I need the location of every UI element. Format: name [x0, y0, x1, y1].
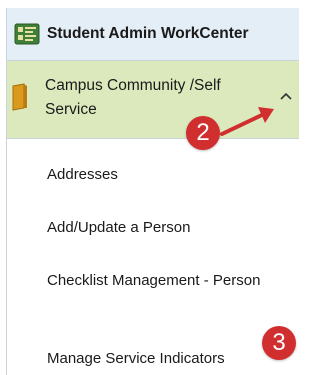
menu-item-add-update-person[interactable]: Add/Update a Person: [47, 217, 287, 239]
folder-icon: [12, 83, 27, 111]
menu-item-checklist-management[interactable]: Checklist Management - Person: [47, 270, 287, 292]
chevron-up-icon: [280, 92, 292, 100]
menu-item-addresses[interactable]: Addresses: [47, 164, 287, 186]
collapse-section-button[interactable]: [277, 87, 295, 105]
page-title: Student Admin WorkCenter: [47, 25, 249, 42]
step-3-badge: 3: [262, 326, 296, 360]
menu-item-manage-service-indicators[interactable]: Manage Service Indicators: [47, 348, 287, 370]
workcenter-header: Student Admin WorkCenter: [7, 8, 299, 61]
step-2-badge: 2: [186, 116, 220, 150]
workcenter-navigation-panel: Student Admin WorkCenter Campus Communit…: [6, 8, 299, 375]
workcenter-icon: [14, 23, 40, 45]
annotation-arrow: [220, 107, 274, 136]
